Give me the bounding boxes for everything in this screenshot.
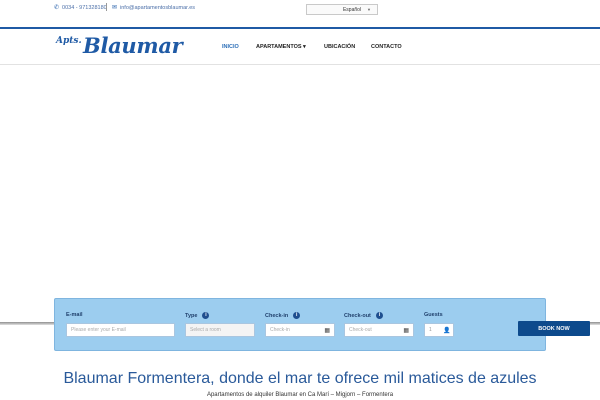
checkin-field[interactable]: Check-in ▦: [265, 323, 335, 337]
hero-area: [0, 65, 600, 323]
phone-icon: ✆: [54, 5, 60, 11]
envelope-icon: ✉: [112, 5, 118, 11]
email-field[interactable]: Please enter your E-mail: [66, 323, 175, 337]
checkout-field[interactable]: Check-out ▦: [344, 323, 414, 337]
guests-field[interactable]: 1 👤: [424, 323, 454, 337]
info-icon[interactable]: i: [202, 312, 210, 319]
nav-contacto[interactable]: CONTACTO: [371, 44, 402, 50]
guests-value: 1: [429, 327, 432, 333]
calendar-icon[interactable]: ▦: [403, 327, 409, 334]
type-label: Type i: [185, 312, 210, 319]
type-select[interactable]: Select a room: [185, 323, 255, 337]
chevron-down-icon: ▼: [367, 7, 371, 12]
email-label: E-mail: [66, 312, 83, 318]
booking-form: E-mail Please enter your E-mail Type i S…: [54, 298, 590, 351]
guests-label: Guests: [424, 312, 443, 318]
email-contact[interactable]: ✉ info@apartamentosblaumar.es: [112, 4, 196, 12]
site-header: Apts. Blaumar INICIO APARTAMENTOS ▾ UBIC…: [0, 27, 600, 65]
page-title: Blaumar Formentera, donde el mar te ofre…: [63, 370, 537, 387]
email-address: info@apartamentosblaumar.es: [120, 4, 196, 11]
phone-contact[interactable]: ✆ 0034 - 971328180: [54, 4, 107, 12]
checkin-label: Check-in i: [265, 312, 301, 319]
logo-brand: Blaumar: [83, 33, 183, 58]
info-icon[interactable]: i: [375, 312, 383, 319]
book-now-button[interactable]: BOOK NOW: [518, 321, 590, 336]
divider: [106, 3, 107, 11]
calendar-icon[interactable]: ▦: [324, 327, 330, 334]
page-subtitle: Apartamentos de alquiler Blaumar en Ca M…: [206, 392, 394, 398]
info-icon[interactable]: i: [293, 312, 301, 319]
logo-apts: Apts.: [56, 36, 82, 46]
checkout-label: Check-out i: [344, 312, 383, 319]
nav-apartamentos[interactable]: APARTAMENTOS ▾: [256, 44, 306, 50]
language-label: Español: [342, 6, 362, 13]
nav-inicio[interactable]: INICIO: [222, 44, 239, 50]
nav-ubicacion[interactable]: UBICACIÓN: [324, 44, 355, 50]
language-selector[interactable]: Español ▼: [306, 4, 378, 15]
top-bar: ✆ 0034 - 971328180 ✉ info@apartamentosbl…: [0, 0, 600, 18]
person-icon: 👤: [443, 327, 451, 334]
phone-number: 0034 - 971328180: [62, 4, 107, 11]
